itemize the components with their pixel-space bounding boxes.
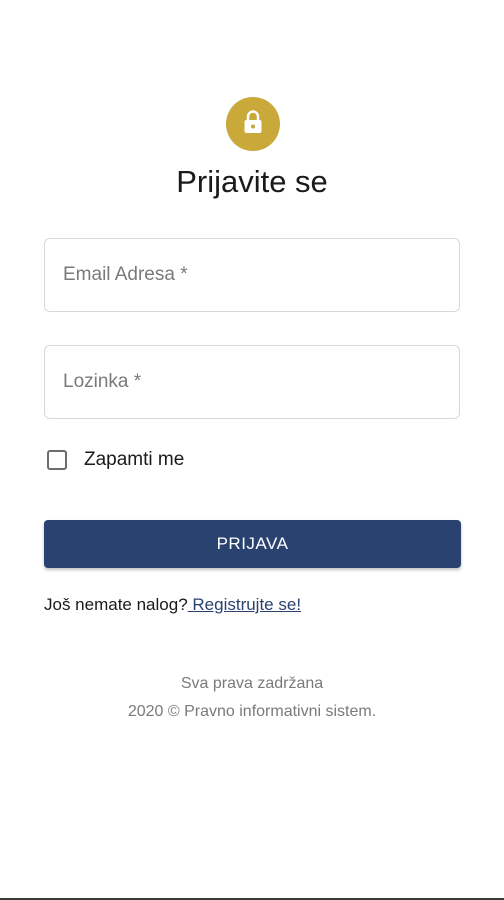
footer-copyright: 2020 © Pravno informativni sistem. bbox=[127, 703, 377, 720]
login-button[interactable]: PRIJAVA bbox=[44, 520, 461, 568]
remember-me-checkbox[interactable] bbox=[47, 450, 67, 470]
footer-rights: Sva prava zadržana bbox=[180, 675, 324, 692]
register-link[interactable]: Registrujte se! bbox=[188, 595, 301, 614]
page-title: Prijavite se bbox=[176, 164, 328, 199]
password-field-label: Lozinka * bbox=[63, 371, 142, 392]
password-field[interactable]: Lozinka * bbox=[44, 345, 460, 419]
lock-icon bbox=[241, 109, 265, 140]
remember-me-row[interactable]: Zapamti me bbox=[44, 446, 184, 474]
remember-me-label: Zapamti me bbox=[84, 449, 185, 470]
register-prompt: Još nemate nalog? Registrujte se! bbox=[44, 594, 301, 616]
avatar bbox=[226, 97, 280, 151]
login-page: Prijavite se Email Adresa * Lozinka * Za… bbox=[0, 0, 504, 900]
email-field-label: Email Adresa * bbox=[63, 264, 188, 285]
no-account-text: Još nemate nalog? bbox=[44, 595, 188, 614]
email-field[interactable]: Email Adresa * bbox=[44, 238, 460, 312]
